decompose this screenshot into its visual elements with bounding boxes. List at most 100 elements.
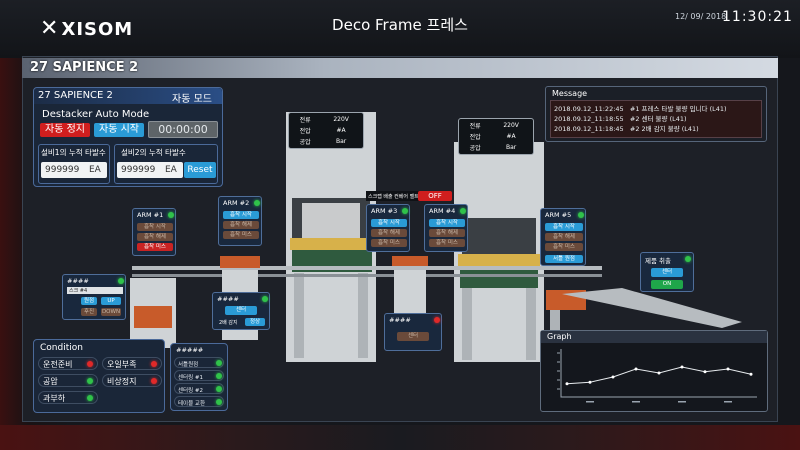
reset-button[interactable]: Reset [184,162,216,178]
center1-normal-button[interactable]: 정상 [245,318,265,326]
arm1-panel: ARM #1 흡착 시작 흡착 해제 흡착 미스 [132,208,176,256]
graph-plot [557,349,757,403]
message-row: 2018.09.12_11:22:45 #1 프레스 타발 불량 입니다 (L4… [554,105,727,113]
main-control-panel: 27 SAPIENCE 2 자동 모드 Destacker Auto Mode … [33,87,223,187]
product-out-panel: 제품 취출 센터 ON [640,252,694,292]
graph-line [566,366,752,385]
graph-x-tick [632,401,640,403]
graph-x-tick [586,401,594,403]
counter1-value: 999999 [45,165,80,175]
status-item: 센터링 #1 [174,370,224,381]
status-dot [254,200,260,206]
center2-panel: #### 센터 [384,313,442,351]
timer-display: 00:00:00 [148,121,218,138]
graph-point [565,382,569,386]
counter2-value-box: 999999 EA [117,162,183,178]
graph-panel: Graph [540,330,768,412]
condition-title: Condition [40,343,83,353]
status-dot [578,212,584,218]
condition-item: 오일부족 [102,357,162,370]
mode-label: 자동 모드 [172,94,212,105]
counter1-value-box: 999999 EA [41,162,107,178]
arm1-suction-miss[interactable]: 흡착 미스 [137,243,173,251]
center2-button[interactable]: 센터 [397,332,429,341]
destacker-up-button[interactable]: UP [101,297,121,305]
arm1-suction-release[interactable]: 흡착 해제 [137,233,173,241]
condition-panel: Condition 운전준비 오일부족 공압 비상정지 과부하 [33,339,165,413]
arm4-suction-start[interactable]: 흡착 시작 [429,219,465,227]
arm5-shuttle-origin[interactable]: 서틀 원점 [545,255,583,263]
arm4-suction-release[interactable]: 흡착 해제 [429,229,465,237]
status-item: 테이블 교환 [174,396,224,407]
auto-start-button[interactable]: 자동 시작 [94,123,144,137]
message-title: Message [552,89,588,98]
status-dot [685,256,691,262]
destacker-back-button[interactable]: 후진 [81,308,97,316]
arm2-suction-miss[interactable]: 흡착 미스 [223,231,259,239]
arm5-suction-release[interactable]: 흡착 해제 [545,233,583,241]
arm3-suction-start[interactable]: 흡착 시작 [371,219,407,227]
status-item: 센터링 #2 [174,383,224,394]
arm4-suction-miss[interactable]: 흡착 미스 [429,239,465,247]
press1-die [290,238,374,250]
conveyor-toggle[interactable]: OFF [418,191,452,201]
product-on-indicator[interactable]: ON [651,280,683,289]
press1-readings: 전류 220V 전압 #A 공압 Bar [288,112,364,149]
center1-label: 2배 감지 [219,320,238,326]
status-dot [118,278,124,284]
transfer-rail [132,266,602,270]
graph-x-tick [678,401,686,403]
arm3-panel: ARM #3 흡착 시작 흡착 해제 흡착 미스 [366,204,410,252]
counter1-unit: EA [89,165,101,175]
status-item: 서틀원점 [174,357,224,368]
graph-point [726,367,730,371]
panel-title: 27 SAPIENCE 2 [38,90,113,101]
destacker-origin-button[interactable]: 원점 [81,297,97,305]
graph-point [611,375,615,379]
counter2-label: 설비2의 누적 타발수 [121,148,186,157]
date-display: 12/ 09/ 2018 [675,12,727,21]
destacker-select[interactable]: 스크 #4 [67,287,123,294]
center1-button[interactable]: 센터 [225,306,257,315]
status-dot [262,296,268,302]
destacker-down-button[interactable]: DOWN [101,308,121,316]
arm3-suction-miss[interactable]: 흡착 미스 [371,239,407,247]
graph-title: Graph [547,332,572,341]
condition-item: 비상정지 [102,374,162,387]
graph-point [703,370,707,374]
frame-titlebar: 27 SAPIENCE 2 [22,58,778,78]
arm4-panel: ARM #4 흡착 시작 흡착 해제 흡착 미스 [424,204,468,252]
counter2-unit: EA [165,165,177,175]
graph-point [634,367,638,371]
arm2-suction-release[interactable]: 흡착 해제 [223,221,259,229]
destacker-panel: #### 스크 #4 원점 UP 후진 DOWN [62,274,126,320]
arm5-panel: ARM #5 흡착 시작 흡착 해제 흡착 미스 서틀 원점 [540,208,586,266]
message-row: 2018.09.12_11:18:45 #2 2배 감지 불량 (L41) [554,125,699,133]
message-list: 2018.09.12_11:22:45 #1 프레스 타발 불량 입니다 (L4… [550,100,762,138]
graph-point [657,371,661,375]
condition-item: 공압 [38,374,98,387]
panel-subtitle: Destacker Auto Mode [42,109,150,120]
arm5-suction-start[interactable]: 흡착 시작 [545,223,583,231]
arm3-suction-release[interactable]: 흡착 해제 [371,229,407,237]
arm1-suction-start[interactable]: 흡착 시작 [137,223,173,231]
graph-point [680,365,684,369]
arm5-suction-miss[interactable]: 흡착 미스 [545,243,583,251]
status-dot [434,317,440,323]
output-conveyor [562,288,742,328]
condition-item: 과부하 [38,391,98,404]
status-dot [402,208,408,214]
counter1-label: 설비1의 누적 타발수 [41,148,106,157]
arm2-suction-start[interactable]: 흡착 시작 [223,211,259,219]
bottom-strip [0,425,800,450]
condition-item: 운전준비 [38,357,98,370]
product-center-button[interactable]: 센터 [651,268,683,277]
auto-stop-button[interactable]: 자동 정지 [40,123,90,137]
status-dot [168,212,174,218]
press2-readings: 전류 220V 전압 #A 공압 Bar [458,118,534,155]
message-row: 2018.09.12_11:18:55 #2 센터 불량 (L41) [554,115,687,123]
center1-panel: #### 센터 2배 감지 정상 [212,292,270,330]
graph-point [588,380,592,384]
graph-x-tick [724,401,732,403]
message-panel: Message 2018.09.12_11:22:45 #1 프레스 타발 불량… [545,86,767,142]
